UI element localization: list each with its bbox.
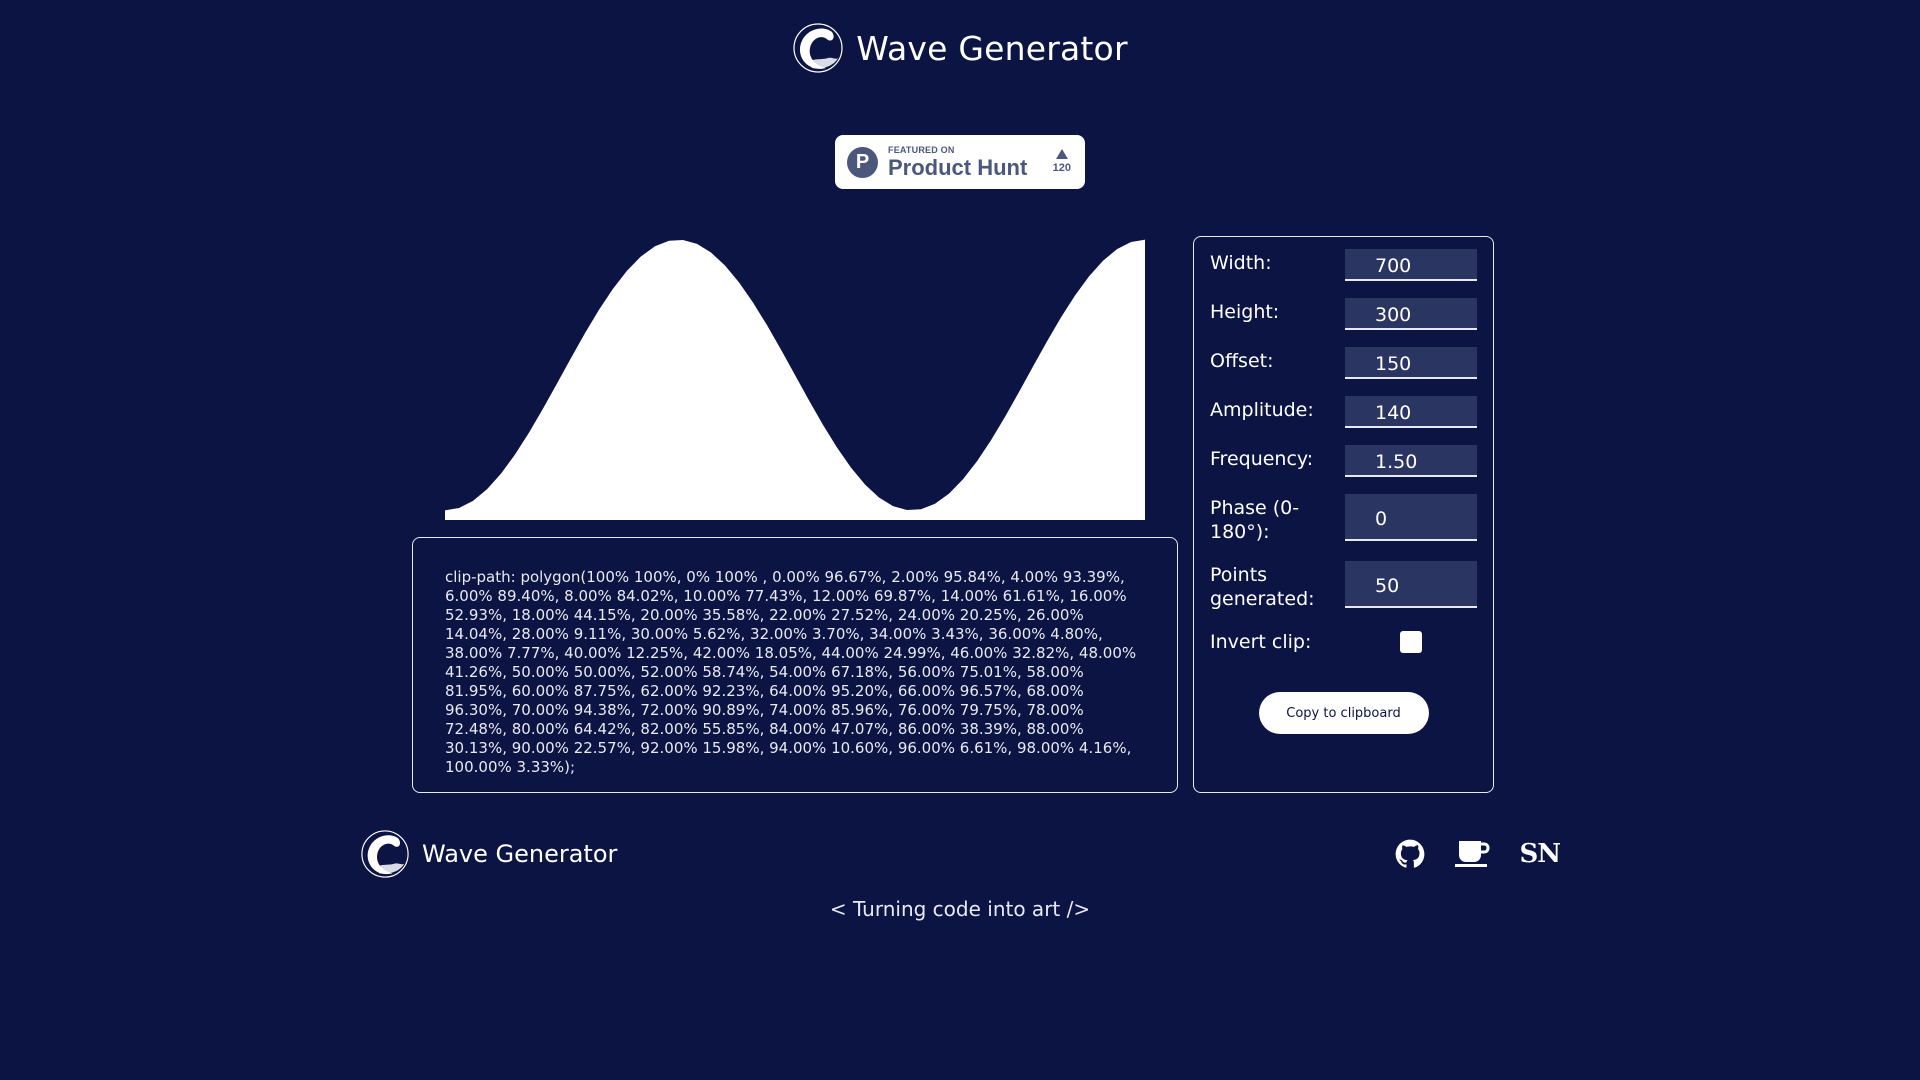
footer-links: SN (1395, 839, 1561, 869)
points-input[interactable] (1345, 561, 1477, 608)
copy-to-clipboard-button[interactable]: Copy to clipboard (1258, 692, 1429, 734)
clip-path-code-output[interactable]: clip-path: polygon(100% 100%, 0% 100% , … (412, 537, 1178, 793)
phase-row: Phase (0-180°): (1210, 494, 1477, 544)
offset-row: Offset: (1210, 347, 1477, 379)
height-row: Height: (1210, 298, 1477, 330)
coffee-icon[interactable] (1453, 839, 1491, 869)
frequency-label: Frequency: (1210, 448, 1314, 470)
phase-input[interactable] (1345, 494, 1477, 541)
footer-title: Wave Generator (422, 840, 618, 868)
product-hunt-name: Product Hunt (888, 154, 1028, 180)
header: Wave Generator (0, 22, 1920, 74)
points-label: Points generated: (1210, 564, 1315, 610)
product-hunt-icon: P (847, 146, 878, 178)
wave-shape (445, 239, 1145, 520)
sn-logo-icon[interactable]: SN (1519, 839, 1561, 869)
featured-label: FEATURED ON (888, 144, 955, 155)
tagline: < Turning code into art /> (829, 897, 1091, 921)
width-input[interactable] (1345, 249, 1477, 281)
height-input[interactable] (1345, 298, 1477, 330)
footer: Wave Generator SN (360, 828, 1561, 880)
invert-row: Invert clip: (1210, 628, 1477, 654)
amplitude-row: Amplitude: (1210, 396, 1477, 428)
width-label: Width: (1210, 252, 1272, 274)
invert-checkbox-wrap (1345, 628, 1477, 653)
offset-label: Offset: (1210, 350, 1274, 372)
offset-input[interactable] (1345, 347, 1477, 379)
points-row: Points generated: (1210, 561, 1477, 611)
wave-logo-icon (793, 23, 843, 73)
invert-label: Invert clip: (1210, 631, 1312, 653)
amplitude-label: Amplitude: (1210, 399, 1314, 421)
wave-preview (445, 239, 1145, 520)
frequency-input[interactable] (1345, 445, 1477, 477)
vote-count-value: 120 (1052, 162, 1071, 175)
width-row: Width: (1210, 249, 1477, 281)
frequency-row: Frequency: (1210, 445, 1477, 477)
vote-count: 120 (1053, 149, 1071, 174)
height-label: Height: (1210, 301, 1280, 323)
controls-panel: Width: Height: Offset: Amplitude: Freque… (1193, 236, 1494, 793)
product-hunt-badge[interactable]: P FEATURED ON Product Hunt 120 (835, 135, 1085, 189)
wave-logo-icon (361, 830, 409, 878)
phase-label: Phase (0-180°): (1210, 497, 1300, 543)
github-icon[interactable] (1395, 839, 1425, 869)
invert-clip-checkbox[interactable] (1400, 631, 1422, 653)
app-title: Wave Generator (856, 28, 1128, 68)
amplitude-input[interactable] (1345, 396, 1477, 428)
upvote-icon (1055, 149, 1068, 160)
product-hunt-text: FEATURED ON Product Hunt (888, 144, 1028, 180)
